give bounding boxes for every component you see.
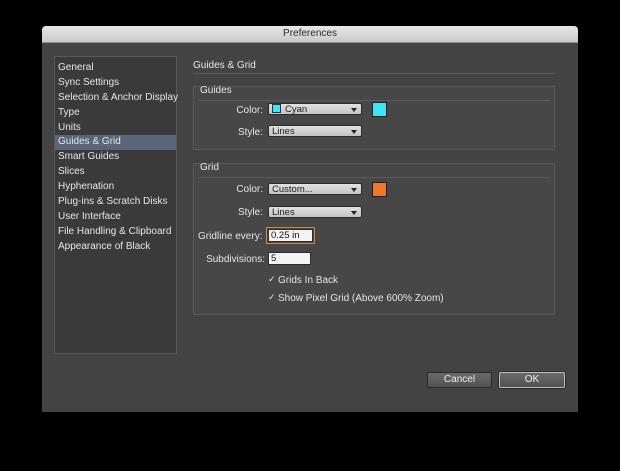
dialog-title: Preferences	[42, 26, 578, 43]
sidebar-item-guides-grid[interactable]: Guides & Grid	[55, 135, 176, 151]
sidebar-item-user-interface[interactable]: User Interface	[55, 210, 176, 225]
gridline-every-label: Gridline every:	[198, 231, 263, 242]
preferences-sidebar: General Sync Settings Selection & Anchor D…	[54, 56, 178, 354]
grid-color-dropdown[interactable]: Custom...	[268, 183, 362, 195]
chevron-down-icon	[351, 108, 357, 112]
chevron-down-icon	[351, 211, 357, 215]
grid-color-label: Color:	[236, 184, 263, 195]
grid-group-title: Grid	[200, 162, 219, 173]
subdivisions-value: 5	[271, 253, 277, 264]
sidebar-item-plug-ins-scratch-disks[interactable]: Plug-ins & Scratch Disks	[55, 195, 176, 210]
guides-group: Guides	[193, 85, 555, 150]
grid-style-dropdown[interactable]: Lines	[268, 206, 362, 218]
chevron-down-icon	[351, 188, 357, 192]
guides-style-label: Style:	[237, 127, 263, 138]
guides-group-title: Guides	[200, 85, 232, 96]
grid-color-swatch[interactable]	[372, 182, 387, 197]
sidebar-item-type[interactable]: Type	[55, 106, 176, 121]
guides-style-dropdown[interactable]: Lines	[268, 125, 362, 137]
gridline-every-input[interactable]: 0.25 in	[266, 227, 315, 244]
show-pixel-grid-label: Show Pixel Grid (Above 600% Zoom)	[278, 293, 444, 304]
chevron-down-icon	[351, 130, 357, 134]
grid-group-divider	[198, 177, 550, 178]
sidebar-item-sync-settings[interactable]: Sync Settings	[55, 76, 176, 91]
gridline-every-value: 0.25	[271, 230, 290, 241]
subdivisions-label: Subdivisions:	[206, 254, 265, 265]
sidebar-item-appearance-of-black[interactable]: Appearance of Black	[55, 240, 176, 255]
section-divider	[193, 73, 555, 74]
sidebar-item-units[interactable]: Units	[55, 121, 176, 136]
grids-in-back-checkbox[interactable]: ✓ Grids In Back	[268, 273, 339, 286]
grid-style-label: Style:	[237, 207, 263, 218]
sidebar-item-smart-guides[interactable]: Smart Guides	[55, 150, 176, 165]
grid-color-value: Custom...	[272, 184, 313, 195]
checkmark-icon: ✓	[268, 291, 276, 302]
sidebar-item-slices[interactable]: Slices	[55, 165, 176, 180]
guides-color-label: Color:	[236, 105, 263, 116]
section-title: Guides & Grid	[193, 60, 256, 71]
guides-color-value: Cyan	[285, 104, 308, 115]
guides-color-chip	[272, 103, 281, 113]
grid-style-value: Lines	[272, 207, 295, 218]
guides-color-swatch[interactable]	[372, 102, 387, 117]
guides-style-value: Lines	[272, 126, 295, 137]
cancel-button[interactable]: Cancel	[427, 372, 492, 388]
grids-in-back-label: Grids In Back	[278, 275, 339, 286]
show-pixel-grid-checkbox[interactable]: ✓ Show Pixel Grid (Above 600% Zoom)	[268, 291, 444, 304]
gridline-unit: in	[292, 230, 300, 241]
sidebar-item-general[interactable]: General	[55, 61, 176, 76]
sidebar-item-hyphenation[interactable]: Hyphenation	[55, 180, 176, 195]
ok-button[interactable]: OK	[499, 372, 565, 388]
checkmark-icon: ✓	[268, 273, 276, 284]
guides-color-dropdown[interactable]: Cyan	[268, 103, 362, 115]
sidebar-item-selection-anchor-display[interactable]: Selection & Anchor Display	[55, 91, 178, 106]
sidebar-item-file-handling-clipboard[interactable]: File Handling & Clipboard	[55, 225, 176, 240]
subdivisions-input[interactable]: 5	[268, 252, 311, 265]
guides-group-divider	[198, 100, 550, 101]
preferences-dialog: Preferences General Sync Settings Selectio…	[42, 26, 578, 412]
